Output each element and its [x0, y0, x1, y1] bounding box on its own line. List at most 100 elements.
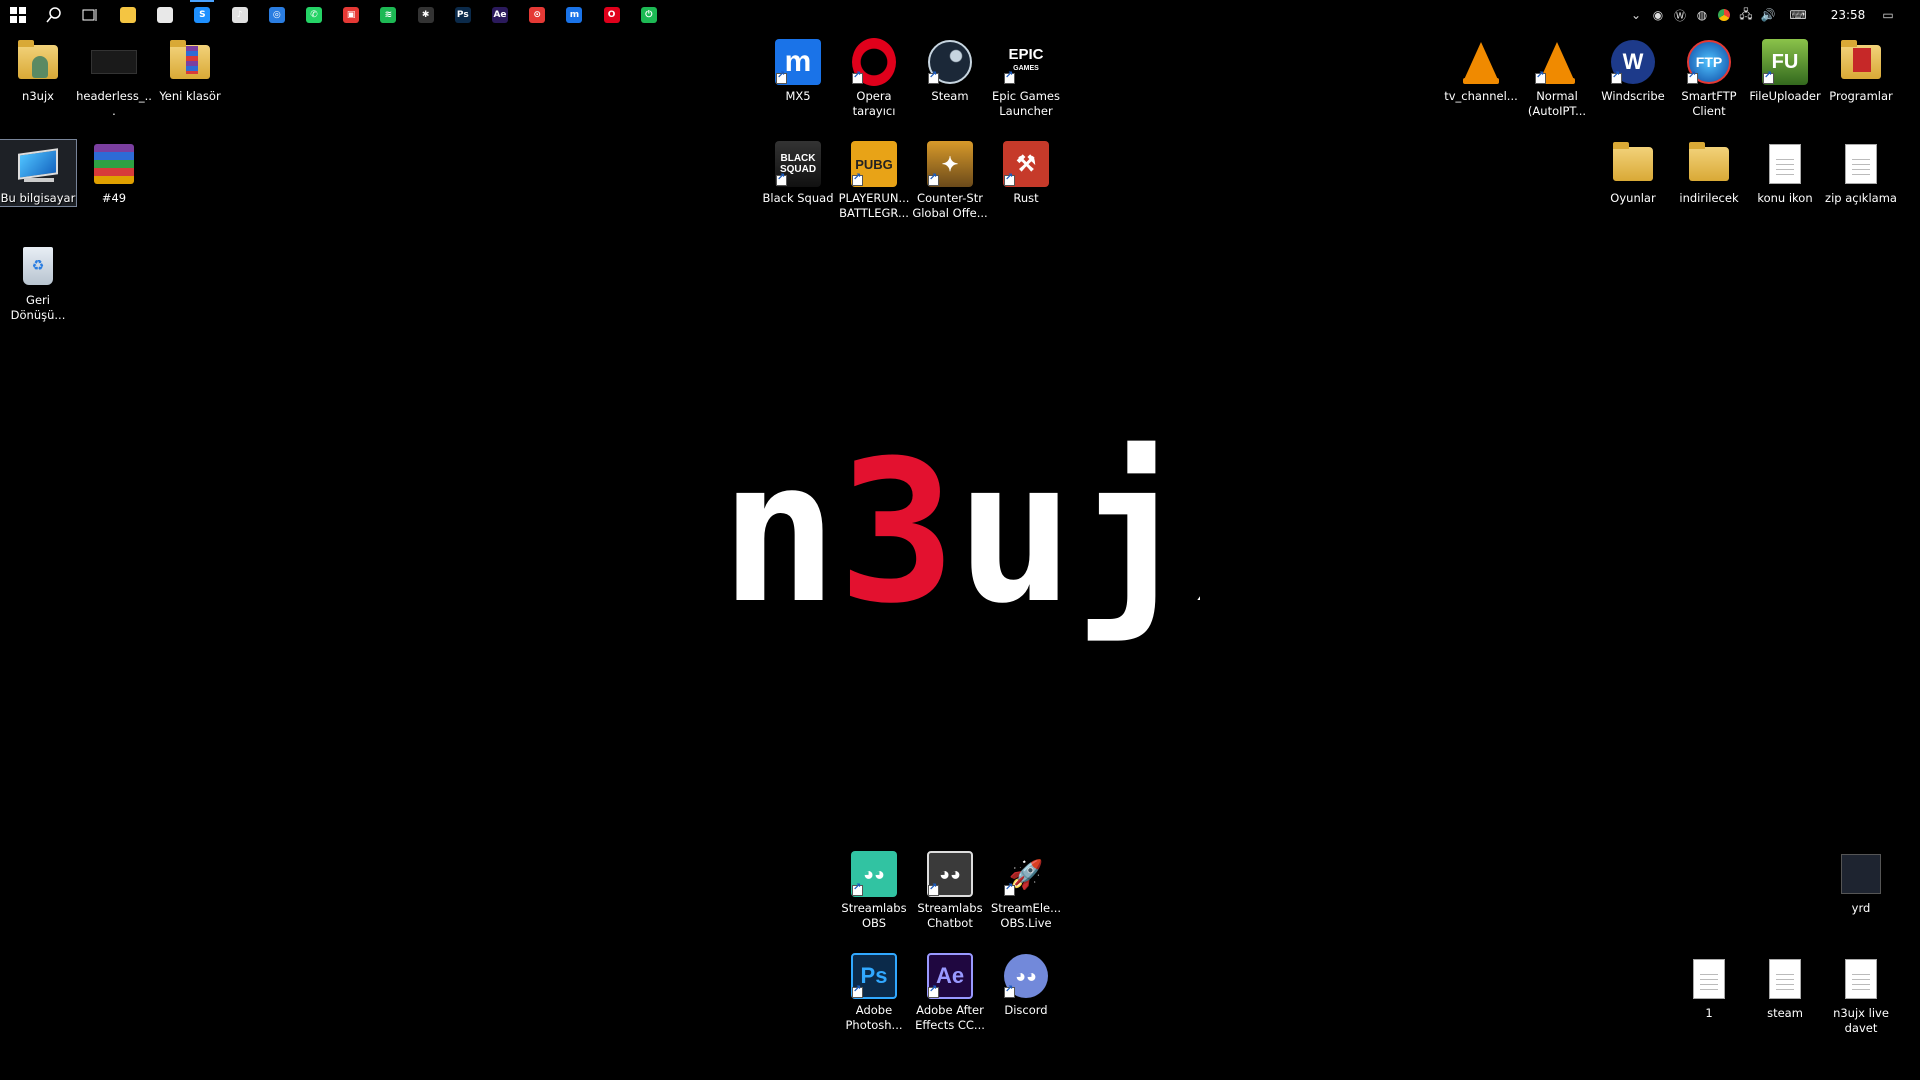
computer-icon [14, 140, 62, 188]
taskbar-app-app-red[interactable]: ▣ [335, 3, 367, 27]
logo-letter-n: n [720, 420, 838, 647]
desktop-icon-file-1[interactable]: 1 [1671, 955, 1747, 1021]
folder-icon [1609, 140, 1657, 188]
desktop-icon-steam[interactable]: Steam [912, 38, 988, 104]
taskbar-app-maxthon[interactable]: m [558, 3, 590, 27]
desktop-icon-opera[interactable]: Opera tarayıcı [836, 38, 912, 119]
streamlabs-icon: ◕◕ [850, 850, 898, 898]
taskbar-app-opera[interactable]: O [596, 3, 628, 27]
clock[interactable]: 23:58 [1828, 0, 1868, 30]
steam-tray-icon[interactable]: ◉ [1649, 0, 1667, 30]
taskbar: S ♪ ◎ ✆ ▣ ≋ ✱ Ps Ae ⊙ m O ⏻ ⌄ ◉ Ⓦ ◍ 🖧 🔊 ⌨ 23:58 ▭ [0, 0, 1920, 30]
shortcut-arrow-icon [928, 172, 939, 186]
desktop-icon-geri-donusum[interactable]: ♻ Geri Dönüşü... [0, 242, 76, 323]
taskbar-app-whatsapp[interactable]: ✆ [298, 3, 330, 27]
after-effects-icon: Ae [926, 952, 974, 1000]
desktop-icon-label: Rust [1013, 191, 1039, 205]
desktop-icon-label: indirilecek [1679, 191, 1739, 205]
taskbar-app-app-green-power[interactable]: ⏻ [633, 3, 665, 27]
desktop-icon-programlar[interactable]: Programlar [1823, 38, 1899, 104]
desktop-icon-konu-ikon[interactable]: konu ikon [1747, 140, 1823, 206]
recycle-bin-icon: ♻ [14, 242, 62, 290]
svg-text:n3ujx: n3ujx [720, 420, 1200, 647]
network-icon[interactable]: 🖧 [1737, 0, 1755, 30]
taskbar-app-after-effects[interactable]: Ae [484, 3, 516, 27]
start-button[interactable] [2, 3, 34, 27]
taskbar-app-file-explorer[interactable] [112, 3, 144, 27]
desktop-icon-mx5[interactable]: m MX5 [760, 38, 836, 104]
desktop-icon-label: MX5 [785, 89, 811, 103]
taskbar-app-app-multi[interactable]: ✱ [410, 3, 442, 27]
search-button[interactable] [38, 3, 70, 27]
desktop-icon-pubg[interactable]: PUBG PLAYERUN... BATTLEGR... [836, 140, 912, 221]
spotify-icon: ≋ [380, 7, 397, 23]
desktop-icon-streamlabs-chatbot[interactable]: ◕◕ Streamlabs Chatbot [912, 850, 988, 931]
desktop-icon-label: steam [1767, 1006, 1803, 1020]
keyboard-icon[interactable]: ⌨ [1786, 0, 1810, 30]
desktop-icon-black-squad[interactable]: BLACKSQUAD Black Squad [760, 140, 836, 206]
app-green-power-icon: ⏻ [640, 7, 657, 23]
desktop-icon-indirilecek[interactable]: indirilecek [1671, 140, 1747, 206]
desktop-icon-49[interactable]: #49 [76, 140, 152, 206]
desktop-icon-label: 1 [1705, 1006, 1713, 1020]
itunes-icon: ♪ [231, 7, 248, 23]
windscribe-tray-icon[interactable]: Ⓦ [1671, 0, 1689, 30]
taskbar-app-spotify[interactable]: ≋ [372, 3, 404, 27]
logo-digit-3: 3 [838, 420, 956, 647]
desktop-icon-label: Steam [931, 89, 969, 103]
desktop-icon-rust[interactable]: ⚒ Rust [988, 140, 1064, 206]
task-view-icon [82, 9, 97, 21]
desktop-icon-steam-doc[interactable]: steam [1747, 955, 1823, 1021]
shortcut-arrow-icon [1004, 70, 1015, 84]
taskbar-app-photoshop[interactable]: Ps [447, 3, 479, 27]
discord-tray-icon[interactable]: ◍ [1693, 0, 1711, 30]
desktop-icon-yrd[interactable]: yrd [1823, 850, 1899, 916]
desktop-icon-streamelements[interactable]: 🚀 StreamEle... OBS.Live [988, 850, 1064, 931]
vlc-icon [1533, 38, 1581, 86]
discord-icon: ◕◕ [1002, 952, 1050, 1000]
document-icon [1837, 140, 1885, 188]
desktop-icon-label: yrd [1851, 901, 1871, 915]
chrome-tray-icon[interactable] [1715, 0, 1733, 30]
photoshop-icon: Ps [454, 7, 471, 23]
after-effects-icon: Ae [492, 7, 508, 23]
taskbar-app-app-blue[interactable]: ◎ [261, 3, 293, 27]
taskbar-app-itunes[interactable]: ♪ [224, 3, 256, 27]
taskbar-app-skype[interactable]: S [186, 0, 218, 27]
taskbar-app-app-red-circle[interactable]: ⊙ [521, 3, 553, 27]
desktop-icon-label: Geri Dönüşü... [10, 293, 66, 322]
desktop-icon-after-effects[interactable]: Ae Adobe After Effects CC... [912, 952, 988, 1033]
desktop-icon-bu-bilgisayar[interactable]: Bu bilgisayar [0, 139, 77, 207]
shortcut-arrow-icon [1004, 984, 1015, 998]
desktop-icon-smartftp[interactable]: FTP SmartFTP Client [1671, 38, 1747, 119]
desktop-icon-n3ujx-live[interactable]: n3ujx live davet [1823, 955, 1899, 1036]
desktop-icon-yeni-klasor[interactable]: Yeni klasör [152, 38, 228, 104]
desktop-icon-n3ujx[interactable]: n3ujx [0, 38, 76, 104]
rust-icon: ⚒ [1002, 140, 1050, 188]
game-icon: BLACK SQUAD [774, 140, 822, 188]
shortcut-arrow-icon [852, 70, 863, 84]
volume-icon[interactable]: 🔊 [1759, 0, 1777, 30]
task-view-button[interactable] [74, 3, 106, 27]
action-center-icon[interactable]: ▭ [1876, 0, 1900, 30]
desktop-icon-csgo[interactable]: ✦ Counter-Str Global Offe... [912, 140, 988, 221]
tray-overflow-chevron-icon[interactable]: ⌄ [1627, 0, 1645, 30]
whatsapp-icon: ✆ [306, 7, 322, 23]
desktop-icon-discord[interactable]: ◕◕ Discord [988, 952, 1064, 1018]
desktop-icon-photoshop[interactable]: Ps Adobe Photosh... [836, 952, 912, 1033]
desktop-icon-zip-aciklama[interactable]: zip açıklama [1823, 140, 1899, 206]
desktop-icon-fileuploader[interactable]: FU FileUploader [1747, 38, 1823, 104]
shortcut-arrow-icon [852, 984, 863, 998]
desktop-icon-label: headerless_... [76, 89, 152, 118]
desktop-icon-epic[interactable]: EPICGAMES Epic Games Launcher [988, 38, 1064, 119]
desktop-icon-streamlabs-obs[interactable]: ◕◕ Streamlabs OBS [836, 850, 912, 931]
epic-icon: EPIC GAMES [1002, 38, 1050, 86]
taskbar-app-store[interactable] [149, 3, 181, 27]
desktop-icon-windscribe[interactable]: W Windscribe [1595, 38, 1671, 104]
desktop-icon-normal-autoipt[interactable]: Normal (AutoIPT... [1519, 38, 1595, 119]
clock-time: 23:58 [1830, 8, 1866, 22]
desktop-icon-tv-channel[interactable]: tv_channel... [1443, 38, 1519, 104]
desktop-icon-headerless[interactable]: headerless_... [76, 38, 152, 119]
desktop-icon-oyunlar[interactable]: Oyunlar [1595, 140, 1671, 206]
desktop-icon-label: FileUploader [1749, 89, 1821, 103]
